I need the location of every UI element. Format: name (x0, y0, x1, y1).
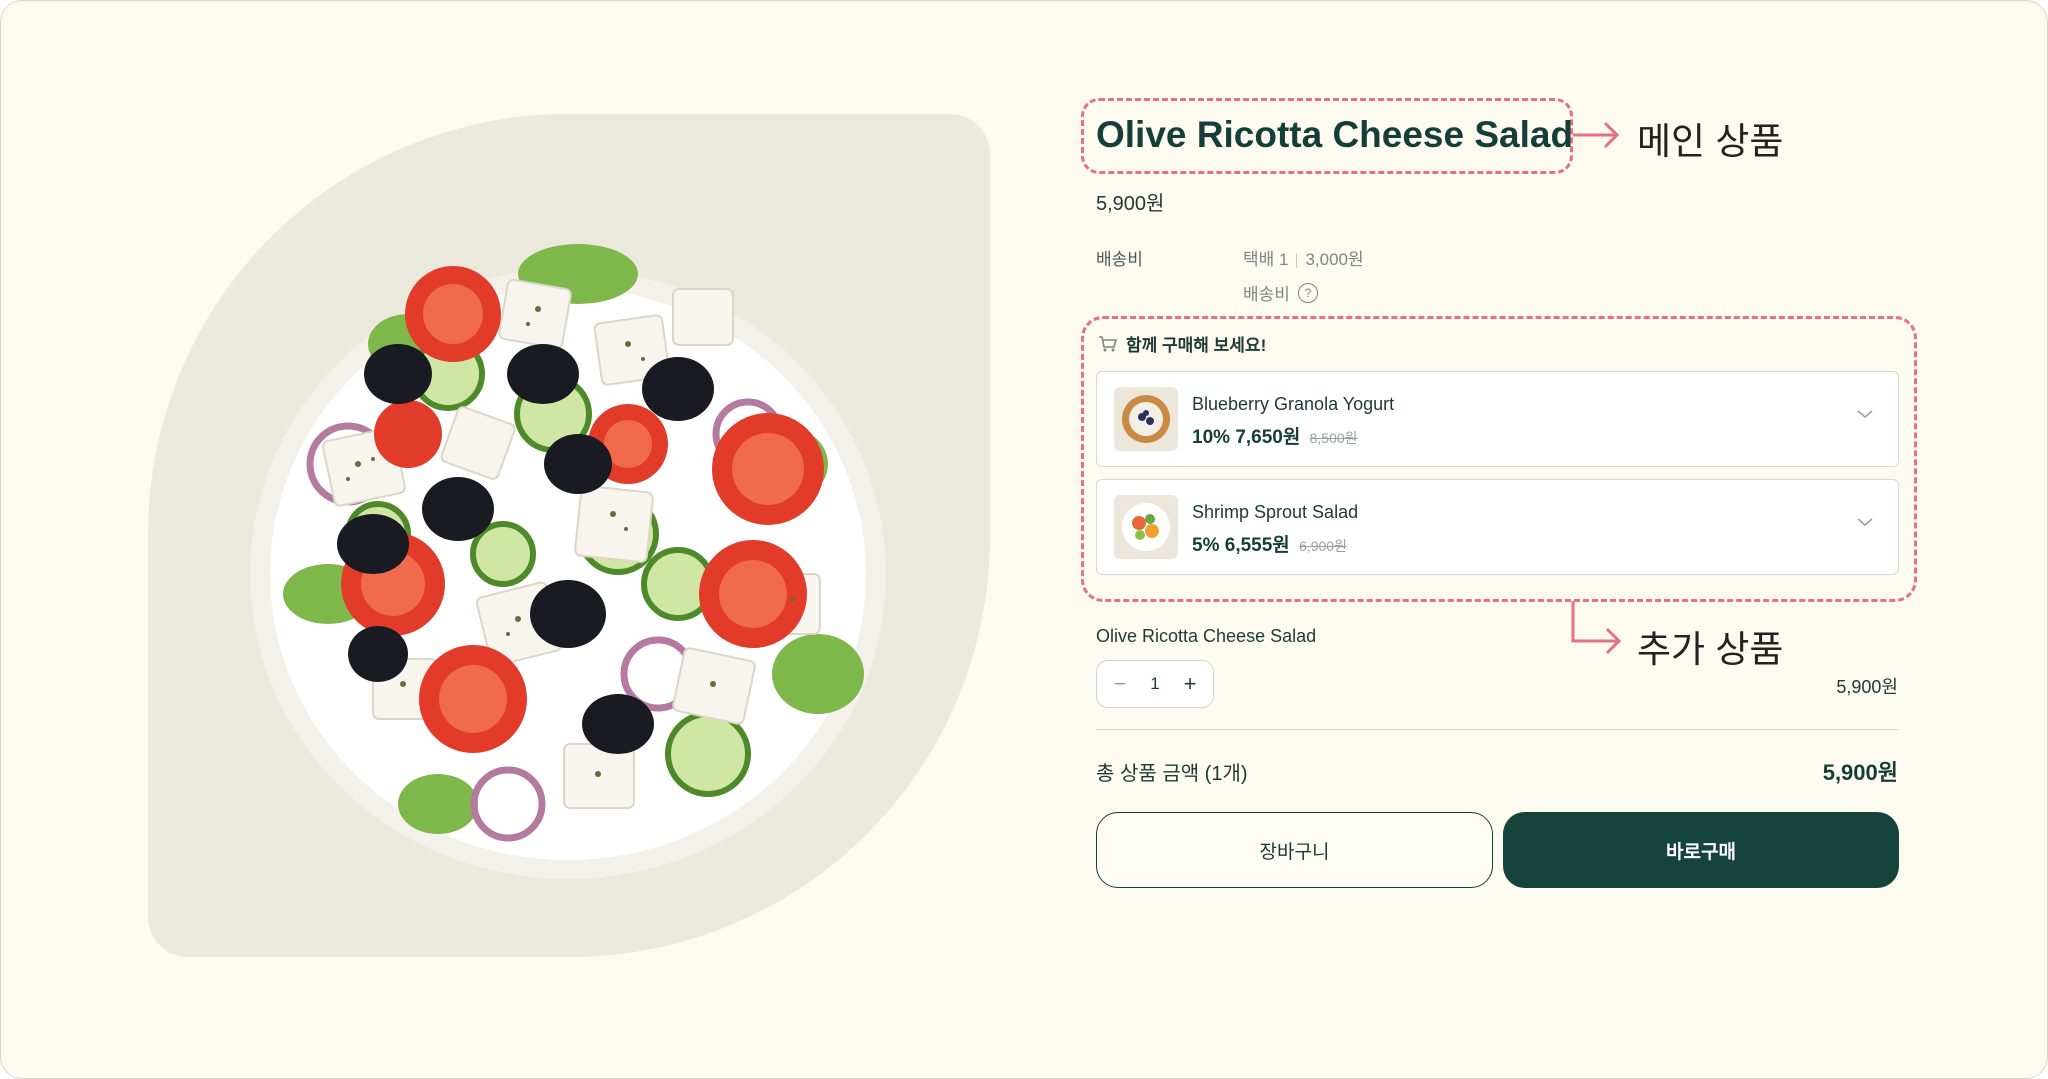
decrease-quantity-button[interactable]: − (1109, 671, 1131, 697)
addon-item-discount: 10% (1192, 427, 1231, 448)
addon-item-name: Blueberry Granola Yogurt (1192, 394, 1395, 414)
addon-item[interactable]: Blueberry Granola Yogurt 10% 7,650원 8,50… (1096, 371, 1899, 467)
addon-item-discount: 5% (1192, 535, 1220, 556)
total-label: 총 상품 금액 (1개) (1096, 763, 1248, 785)
addon-item-price: 5% 6,555원 6,900원 (1192, 530, 1347, 557)
addon-item-name: Shrimp Sprout Salad (1192, 502, 1359, 522)
main-annotation-arrow-icon (1573, 121, 1620, 149)
quantity-stepper: − 1 + (1096, 660, 1214, 708)
shipping-sub: 배송비 ? (1243, 280, 1318, 305)
divider (1096, 729, 1899, 730)
addon-item-original-price: 6,900원 (1299, 538, 1347, 554)
yogurt-thumbnail (1114, 387, 1178, 451)
product-image-panel (148, 114, 990, 957)
add-to-cart-button[interactable]: 장바구니 (1096, 812, 1493, 888)
buy-now-button[interactable]: 바로구매 (1503, 812, 1899, 888)
addon-item[interactable]: Shrimp Sprout Salad 5% 6,555원 6,900원 (1096, 479, 1899, 575)
product-price: 5,900원 (1096, 193, 1165, 215)
shipping-label: 배송비 (1096, 250, 1143, 269)
shrimp-salad-thumbnail (1114, 495, 1178, 559)
addon-item-original-price: 8,500원 (1309, 430, 1358, 446)
shipping-divider (1296, 253, 1298, 269)
increase-quantity-button[interactable]: + (1179, 671, 1201, 697)
addon-item-price: 10% 7,650원 8,500원 (1192, 422, 1358, 449)
chevron-down-icon[interactable] (1856, 408, 1874, 420)
quantity-value: 1 (1150, 674, 1160, 693)
shipping-sub-label: 배송비 (1243, 285, 1290, 304)
cart-icon (1099, 335, 1118, 351)
addon-item-sale-price: 7,650원 (1235, 427, 1301, 448)
selected-product-price: 5,900원 (1836, 677, 1898, 697)
addon-item-sale-price: 6,555원 (1224, 535, 1290, 556)
salad-bowl-image (250, 244, 886, 879)
product-page: Olive Ricotta Cheese Salad 메인 상품 5,900원 … (0, 0, 2048, 1079)
total-value: 5,900원 (1822, 760, 1898, 785)
shipping-fee: 3,000원 (1305, 250, 1364, 269)
shipping-method-name: 택배 1 (1243, 250, 1289, 269)
addon-heading-text: 함께 구매해 보세요! (1126, 336, 1267, 355)
selected-product-name: Olive Ricotta Cheese Salad (1096, 626, 1317, 646)
chevron-down-icon[interactable] (1856, 516, 1874, 528)
shipping-method: 택배 1 3,000원 (1243, 245, 1364, 270)
main-product-annotation: 메인 상품 (1637, 121, 1784, 162)
product-title: Olive Ricotta Cheese Salad (1096, 114, 1574, 155)
addon-heading: 함께 구매해 보세요! (1098, 331, 1266, 356)
addon-annotation-arrow-icon (1571, 601, 1622, 655)
question-circle-icon[interactable]: ? (1297, 282, 1318, 303)
addon-product-annotation: 추가 상품 (1637, 629, 1784, 670)
